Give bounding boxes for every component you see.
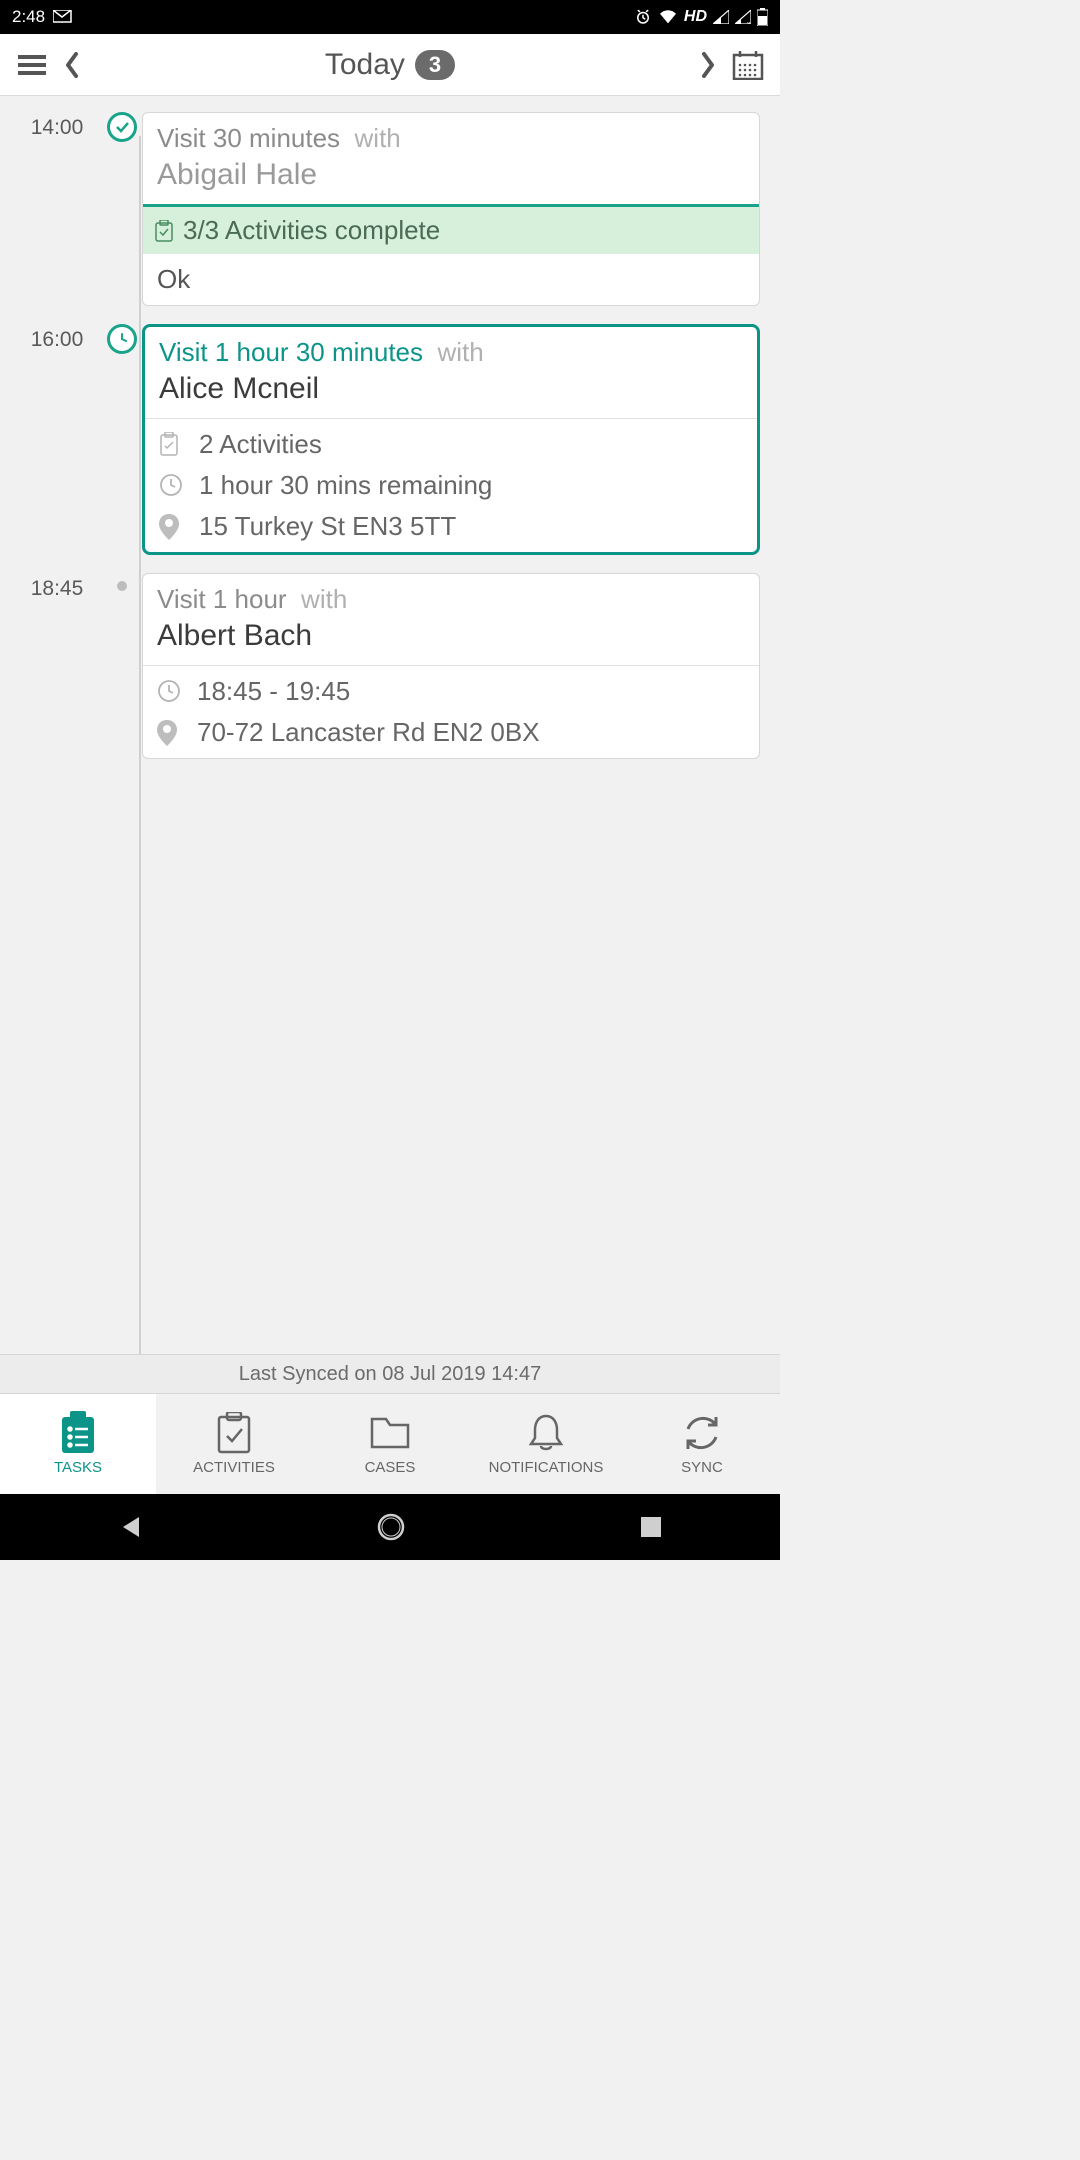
visit-row: 18:45 Visit 1 hour with Albert Bach 18:4…: [12, 573, 760, 759]
tab-label: TASKS: [54, 1459, 102, 1476]
visit-time: 18:45: [12, 573, 102, 601]
check-circle-icon: [107, 112, 137, 142]
clipboard-check-icon: [155, 220, 173, 242]
tab-cases[interactable]: CASES: [312, 1394, 468, 1494]
with-label: with: [301, 584, 347, 614]
visit-row: 14:00 Visit 30 minutes with Abigail Hale…: [12, 112, 760, 306]
clock-icon: [157, 679, 183, 705]
sync-icon: [680, 1413, 724, 1453]
nav-home-button[interactable]: [376, 1512, 406, 1542]
tasks-icon: [58, 1413, 98, 1453]
count-badge: 3: [415, 50, 455, 80]
page-title: Today: [325, 48, 405, 82]
visit-card[interactable]: Visit 1 hour with Albert Bach 18:45 - 19…: [142, 573, 760, 759]
device-status-bar: 2:48 HD x: [0, 0, 780, 34]
bell-icon: [527, 1413, 565, 1453]
nav-recent-button[interactable]: [639, 1515, 663, 1539]
visit-time-window: 18:45 - 19:45: [197, 676, 350, 707]
visit-address: 70-72 Lancaster Rd EN2 0BX: [197, 717, 540, 748]
calendar-icon[interactable]: [728, 45, 768, 85]
svg-text:x: x: [747, 21, 751, 24]
timeline-connector: [139, 136, 141, 1354]
tab-label: CASES: [365, 1459, 416, 1476]
time-remaining: 1 hour 30 mins remaining: [199, 470, 492, 501]
status-time: 2:48: [12, 7, 45, 27]
tab-label: SYNC: [681, 1459, 723, 1476]
wifi-icon: [658, 9, 678, 25]
dot-marker-icon: [117, 581, 127, 591]
tab-notifications[interactable]: NOTIFICATIONS: [468, 1394, 624, 1494]
hd-label: HD: [684, 8, 707, 26]
clock-icon: [159, 473, 185, 499]
clipboard-icon: [159, 432, 185, 458]
activities-count: 2 Activities: [199, 429, 322, 460]
visit-title: Visit 1 hour 30 minutes: [159, 337, 423, 367]
clock-circle-icon: [107, 324, 137, 354]
visit-address: 15 Turkey St EN3 5TT: [199, 511, 456, 542]
tab-label: ACTIVITIES: [193, 1459, 275, 1476]
sync-status-bar: Last Synced on 08 Jul 2019 14:47: [0, 1354, 780, 1394]
visit-card[interactable]: Visit 30 minutes with Abigail Hale 3/3 A…: [142, 112, 760, 306]
menu-icon[interactable]: [12, 45, 52, 85]
visit-person: Alice Mcneil: [159, 372, 743, 406]
location-icon: [157, 720, 183, 746]
visit-card-active[interactable]: Visit 1 hour 30 minutes with Alice Mcnei…: [142, 324, 760, 555]
sync-status-text: Last Synced on 08 Jul 2019 14:47: [239, 1363, 541, 1386]
activity-complete-banner: 3/3 Activities complete: [143, 204, 759, 254]
tab-tasks[interactable]: TASKS: [0, 1394, 156, 1494]
activities-status-text: 3/3 Activities complete: [183, 215, 440, 246]
signal-icon-1: [713, 10, 729, 24]
bottom-nav: TASKS ACTIVITIES CASES NOTIFICATIONS SYN…: [0, 1394, 780, 1494]
visit-note: Ok: [143, 254, 759, 305]
visit-time: 14:00: [12, 112, 102, 140]
visit-time: 16:00: [12, 324, 102, 352]
alarm-icon: [634, 8, 652, 26]
email-icon: [53, 10, 73, 24]
visit-row: 16:00 Visit 1 hour 30 minutes with Alice…: [12, 324, 760, 555]
visit-title: Visit 30 minutes: [157, 123, 340, 153]
header-bar: Today 3: [0, 34, 780, 96]
battery-icon: [757, 8, 768, 26]
location-icon: [159, 514, 185, 540]
tab-sync[interactable]: SYNC: [624, 1394, 780, 1494]
timeline: 14:00 Visit 30 minutes with Abigail Hale…: [0, 96, 780, 1354]
with-label: with: [355, 123, 401, 153]
visit-title: Visit 1 hour: [157, 584, 287, 614]
tab-activities[interactable]: ACTIVITIES: [156, 1394, 312, 1494]
signal-icon-2: x: [735, 10, 751, 24]
visit-person: Albert Bach: [157, 619, 745, 653]
activities-icon: [216, 1413, 252, 1453]
android-nav-bar: [0, 1494, 780, 1560]
nav-back-button[interactable]: [117, 1514, 143, 1540]
cases-icon: [368, 1413, 412, 1453]
prev-day-button[interactable]: [52, 45, 92, 85]
next-day-button[interactable]: [688, 45, 728, 85]
visit-person: Abigail Hale: [157, 158, 745, 192]
tab-label: NOTIFICATIONS: [489, 1459, 604, 1476]
with-label: with: [437, 337, 483, 367]
